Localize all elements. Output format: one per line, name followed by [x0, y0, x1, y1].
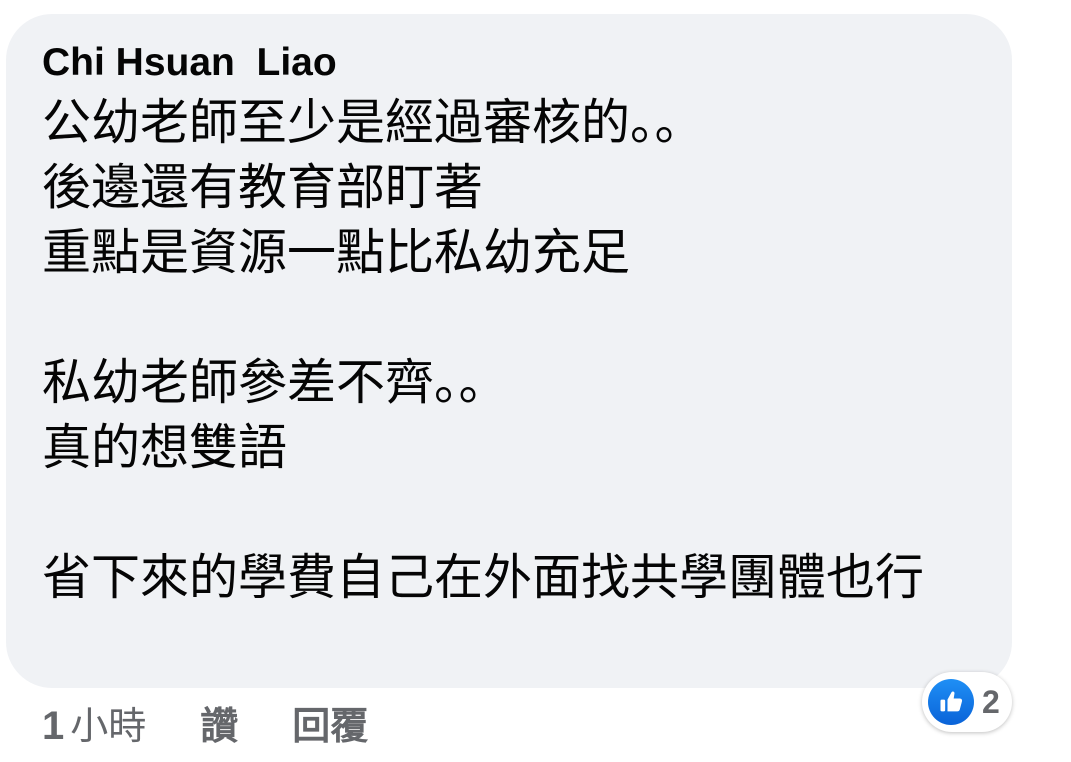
comment-line-blank — [42, 480, 976, 545]
comment-body: 公幼老師至少是經過審核的。。 後邊還有教育部盯著 重點是資源一點比私幼充足 私幼… — [42, 90, 976, 610]
reaction-summary[interactable]: 2 — [922, 672, 1012, 732]
comment-line: 真的想雙語 — [42, 419, 288, 476]
timestamp-number: 1 — [42, 703, 65, 748]
comment-line-blank — [42, 285, 976, 350]
comment-line: 省下來的學費自己在外面找共學團體也行 — [42, 549, 925, 606]
comment-line: 私幼老師參差不齊。。 — [42, 354, 508, 411]
comment-line: 重點是資源一點比私幼充足 — [42, 224, 631, 281]
comment-line: 公幼老師至少是經過審核的。。 — [42, 94, 704, 151]
reply-button[interactable]: 回覆 — [292, 695, 368, 750]
like-icon — [928, 679, 974, 725]
comment-line: 後邊還有教育部盯著 — [42, 159, 484, 216]
comment-author-name[interactable]: Chi Hsuan Liao — [42, 40, 976, 86]
like-button[interactable]: 讚 — [200, 695, 238, 750]
reaction-count: 2 — [982, 683, 1000, 720]
comment-actions: 1 小時 讚 回覆 — [42, 692, 368, 752]
timestamp[interactable]: 1 小時 — [42, 695, 146, 750]
comment-bubble: Chi Hsuan Liao 公幼老師至少是經過審核的。。 後邊還有教育部盯著 … — [6, 14, 1012, 688]
timestamp-unit: 小時 — [70, 703, 147, 748]
